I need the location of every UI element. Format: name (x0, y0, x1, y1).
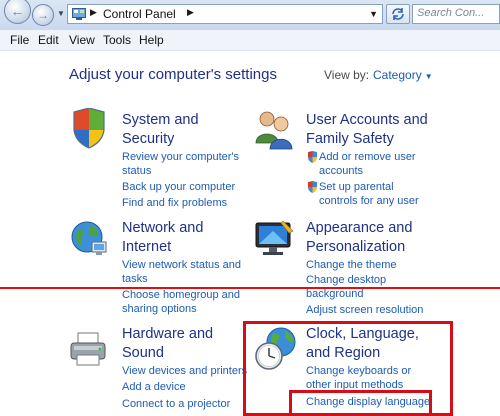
refresh-icon (392, 8, 404, 20)
search-input[interactable]: Search Con... (412, 4, 500, 24)
link-find-fix-problems[interactable]: Find and fix problems (122, 196, 227, 210)
uac-shield-icon (308, 151, 317, 163)
category-title-line: Personalization (306, 239, 406, 255)
link-text-line: Choose homegroup and (122, 289, 241, 301)
category-title-line: Internet (122, 239, 172, 255)
category-system-security[interactable]: System and Security (122, 111, 199, 149)
separator-line (0, 287, 500, 289)
breadcrumb-separator-icon[interactable]: ▶ (187, 7, 194, 18)
link-screen-resolution[interactable]: Adjust screen resolution (306, 303, 423, 317)
recent-pages-dropdown-icon[interactable]: ▼ (57, 9, 65, 19)
link-add-device[interactable]: Add a device (122, 380, 186, 394)
category-title-line: Network and (122, 220, 204, 236)
printer-icon[interactable] (68, 329, 110, 371)
highlight-box-display-language (289, 390, 432, 416)
menu-help[interactable]: Help (139, 33, 164, 47)
link-text-line: Connect to a projector (122, 398, 231, 410)
link-text-line: Set up parental (319, 181, 394, 193)
category-title-line: Family Safety (306, 131, 394, 147)
link-add-remove-accounts[interactable]: Add or remove user accounts (319, 150, 416, 178)
category-user-accounts[interactable]: User Accounts and Family Safety (306, 111, 428, 149)
category-title-line: User Accounts and (306, 112, 428, 128)
address-dropdown-icon[interactable]: ▼ (369, 9, 378, 19)
appearance-monitor-icon[interactable] (253, 217, 295, 259)
menu-file[interactable]: File (10, 33, 29, 47)
category-title-line: System and (122, 112, 199, 128)
link-review-status[interactable]: Review your computer's status (122, 150, 239, 178)
category-hardware-sound[interactable]: Hardware and Sound (122, 325, 213, 363)
link-text-line: Review your computer's (122, 151, 240, 163)
link-backup-computer[interactable]: Back up your computer (122, 180, 235, 194)
link-change-theme[interactable]: Change the theme (306, 258, 397, 272)
link-text-line: View network status and (122, 259, 242, 271)
menu-edit[interactable]: Edit (38, 33, 59, 47)
menu-tools[interactable]: Tools (103, 33, 131, 47)
link-text-line: controls for any user (319, 195, 419, 207)
view-by-label: View by: (324, 68, 370, 82)
refresh-button[interactable] (386, 4, 410, 24)
link-network-status[interactable]: View network status and tasks (122, 258, 241, 286)
link-text-line: background (306, 288, 364, 300)
category-title-line: Security (122, 131, 175, 147)
link-text-line: Adjust screen resolution (306, 304, 424, 316)
breadcrumb-control-panel[interactable]: Control Panel (103, 7, 176, 21)
forward-button[interactable]: → (32, 4, 54, 26)
search-placeholder: Search Con... (417, 7, 485, 19)
menu-bar: File Edit View Tools Help (0, 30, 500, 51)
link-text-line: Add a device (122, 381, 186, 393)
view-by-value: Category (373, 68, 422, 82)
link-text-line: Back up your computer (122, 181, 236, 193)
menu-view[interactable]: View (69, 33, 95, 47)
link-text-line: accounts (319, 165, 364, 177)
link-parental-controls[interactable]: Set up parental controls for any user (319, 180, 419, 208)
page-title: Adjust your computer's settings (69, 66, 277, 83)
forward-arrow-icon: → (37, 8, 49, 22)
link-text-line: status (122, 165, 152, 177)
uac-shield-icon (308, 181, 317, 193)
category-appearance[interactable]: Appearance and Personalization (306, 219, 412, 257)
back-arrow-icon: ← (10, 3, 25, 19)
link-text-line: tasks (122, 273, 148, 285)
control-panel-content: Adjust your computer's settings View by:… (0, 51, 500, 416)
address-field[interactable]: ▶ Control Panel ▶ ▼ (67, 4, 383, 24)
chevron-down-icon: ▼ (424, 72, 433, 81)
users-icon[interactable] (253, 109, 295, 151)
view-by-dropdown[interactable]: Category ▼ (373, 68, 433, 82)
control-panel-icon (72, 8, 86, 20)
link-text-line: Find and fix problems (122, 197, 228, 209)
link-text-line: sharing options (122, 303, 197, 315)
link-text-line: Change desktop (306, 274, 387, 286)
link-text-line: Change the theme (306, 259, 397, 271)
link-homegroup-sharing[interactable]: Choose homegroup and sharing options (122, 288, 240, 316)
network-globe-icon[interactable] (68, 218, 110, 260)
category-title-line: Hardware and (122, 326, 214, 342)
category-title-line: Sound (122, 345, 164, 361)
link-text-line: Add or remove user (319, 151, 416, 163)
category-title-line: Appearance and (306, 220, 413, 236)
address-toolbar: ← → ▼ ▶ Control Panel ▶ ▼ Search Con... (0, 0, 500, 31)
link-devices-printers[interactable]: View devices and printers (122, 364, 247, 378)
link-text-line: View devices and printers (122, 365, 248, 377)
breadcrumb-separator-icon[interactable]: ▶ (90, 7, 97, 18)
back-button[interactable]: ← (4, 0, 31, 24)
system-security-shield-icon[interactable] (68, 108, 110, 150)
link-connect-projector[interactable]: Connect to a projector (122, 397, 230, 411)
category-network-internet[interactable]: Network and Internet (122, 219, 203, 257)
